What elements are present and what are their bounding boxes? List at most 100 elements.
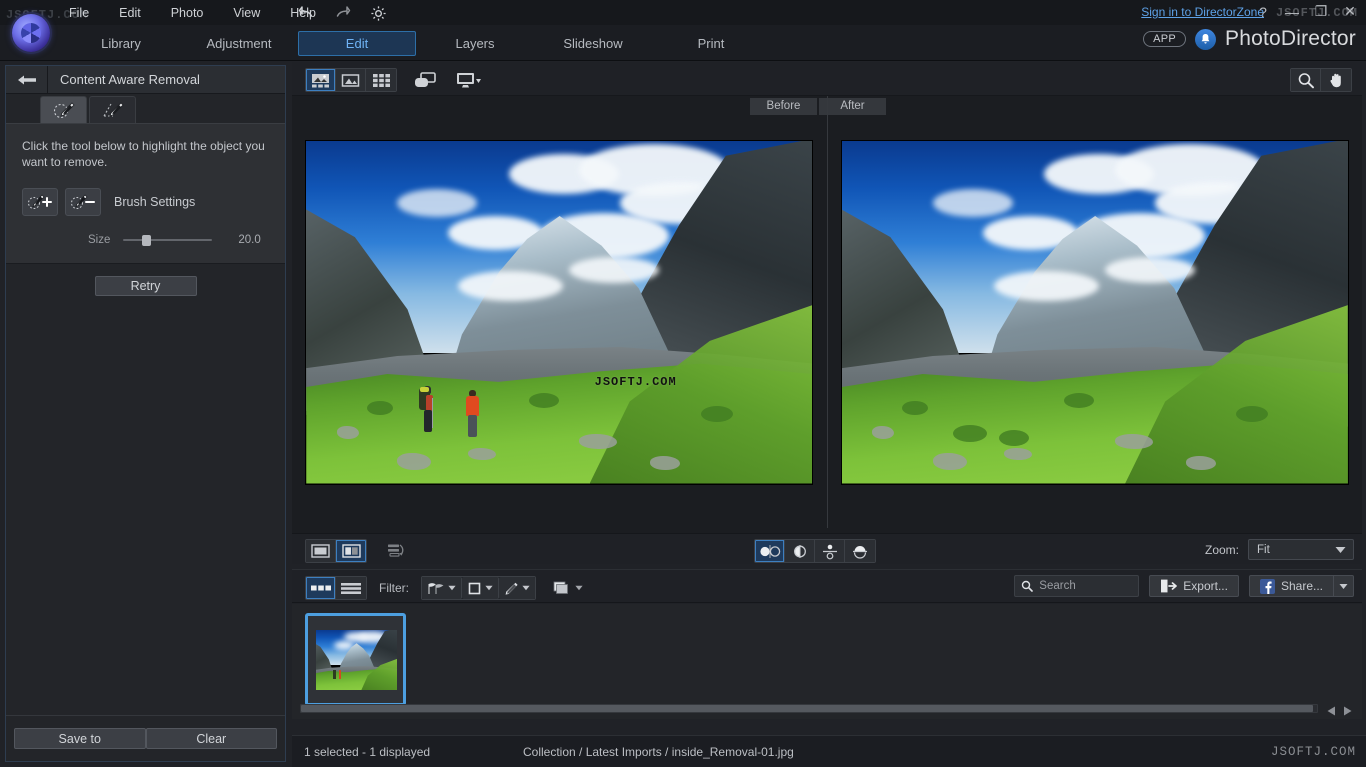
- menu-edit[interactable]: Edit: [114, 3, 146, 23]
- view-mode-photo-filmstrip-icon[interactable]: [306, 69, 336, 91]
- redo-icon[interactable]: [331, 2, 353, 24]
- tab-layers[interactable]: Layers: [416, 31, 534, 56]
- two-pane-icon[interactable]: [336, 540, 366, 562]
- stacked-photos-icon: [553, 581, 572, 596]
- undo-icon[interactable]: [295, 2, 317, 24]
- view-mode-photo-icon[interactable]: [336, 69, 366, 91]
- view-mode-grid-icon[interactable]: [366, 69, 396, 91]
- rock: [1115, 434, 1153, 449]
- filter-bar-left: Filter:: [305, 576, 588, 600]
- app-badge[interactable]: APP: [1143, 31, 1186, 47]
- viewer-toolbar: [292, 62, 1362, 96]
- settings-gear-icon[interactable]: [367, 2, 389, 24]
- filmstrip-scrollbar[interactable]: [300, 704, 1318, 713]
- brush-size-row: Size 20.0: [22, 233, 269, 247]
- rock: [1004, 448, 1032, 460]
- panel-title: Content Aware Removal: [48, 72, 200, 87]
- brush-plus-icon[interactable]: [22, 188, 58, 216]
- chevron-down-icon: [575, 585, 583, 591]
- vertical-split-icon[interactable]: [815, 540, 845, 562]
- flag-filter-dropdown[interactable]: [422, 577, 462, 599]
- menu-file[interactable]: File: [64, 3, 94, 23]
- rock: [579, 434, 617, 449]
- single-pane-icon[interactable]: [306, 540, 336, 562]
- clear-button[interactable]: Clear: [146, 728, 278, 749]
- share-split-button: Share...: [1249, 575, 1354, 597]
- tab-library[interactable]: Library: [62, 31, 180, 56]
- brush-size-slider[interactable]: [123, 233, 212, 247]
- tab-edit[interactable]: Edit: [298, 31, 416, 56]
- scroll-right-arrow-icon[interactable]: [1343, 706, 1352, 716]
- edit-filter-dropdown[interactable]: [499, 577, 535, 599]
- share-dropdown-caret[interactable]: [1334, 575, 1354, 597]
- tab-slideshow[interactable]: Slideshow: [534, 31, 652, 56]
- photodirector-window: JSOFTJ.COM File Edit Photo View Help: [0, 0, 1366, 767]
- compare-buttons: [754, 539, 876, 563]
- rating-filter-dropdown[interactable]: [462, 577, 499, 599]
- before-image[interactable]: JSOFTJ.COM: [305, 140, 813, 485]
- export-icon: [1160, 579, 1177, 593]
- rock: [468, 448, 496, 460]
- two-circles-icon[interactable]: [755, 540, 785, 562]
- filmstrip-thumbnail-1[interactable]: [305, 613, 406, 706]
- overlap-rectangles-icon[interactable]: [409, 69, 441, 91]
- zoom-level-dropdown[interactable]: Fit: [1248, 539, 1354, 560]
- minimize-button[interactable]: —: [1284, 4, 1300, 20]
- zoom-bar-left: [305, 539, 413, 563]
- export-button[interactable]: Export...: [1149, 575, 1239, 597]
- sign-in-link[interactable]: Sign in to DirectorZone: [1141, 5, 1264, 19]
- export-label: Export...: [1183, 579, 1228, 593]
- chevron-down-icon: [485, 585, 493, 591]
- help-button[interactable]: ?: [1255, 4, 1271, 20]
- viewer-toolbar-left: [305, 68, 485, 92]
- after-pane[interactable]: [828, 96, 1363, 528]
- rock: [933, 453, 967, 470]
- magnifier-icon[interactable]: [1291, 69, 1321, 91]
- horizontal-split-icon[interactable]: [845, 540, 875, 562]
- scroll-left-arrow-icon[interactable]: [1327, 706, 1336, 716]
- brush-minus-icon[interactable]: [65, 188, 101, 216]
- monitor-dropdown-icon[interactable]: [453, 69, 485, 91]
- brush-settings-label: Brush Settings: [114, 195, 195, 209]
- search-box[interactable]: [1014, 575, 1139, 597]
- before-pane[interactable]: JSOFTJ.COM: [292, 96, 828, 528]
- breadcrumb: Collection / Latest Imports / inside_Rem…: [523, 745, 794, 759]
- menu-photo[interactable]: Photo: [166, 3, 209, 23]
- cloud: [933, 189, 1013, 217]
- small-thumbs-icon[interactable]: [306, 577, 336, 599]
- split-circle-icon[interactable]: [785, 540, 815, 562]
- menu-view[interactable]: View: [228, 3, 265, 23]
- close-button[interactable]: ✕: [1342, 3, 1358, 20]
- content-aware-clone-tab[interactable]: [89, 96, 136, 123]
- save-to-button[interactable]: Save to: [14, 728, 146, 749]
- bush: [701, 406, 733, 422]
- tab-adjustment[interactable]: Adjustment: [180, 31, 298, 56]
- cloud: [397, 189, 477, 217]
- after-image[interactable]: [841, 140, 1349, 485]
- rock: [872, 426, 894, 439]
- notification-bell-icon[interactable]: [1195, 29, 1216, 50]
- left-tool-panel: Content Aware Removal Click the: [5, 65, 286, 762]
- viewer-tools-group: [1290, 68, 1352, 92]
- retry-button[interactable]: Retry: [95, 276, 197, 296]
- history-undo-icon[interactable]: [381, 540, 413, 562]
- scrollbar-thumb[interactable]: [301, 705, 1313, 712]
- stack-dropdown[interactable]: [548, 577, 588, 599]
- restore-button[interactable]: ❐: [1313, 3, 1329, 20]
- thumbnail-image: [316, 630, 397, 690]
- list-rows-icon[interactable]: [336, 577, 366, 599]
- content-aware-removal-tab[interactable]: [40, 96, 87, 123]
- bush: [529, 393, 559, 408]
- filmstrip-view-toggle: [305, 576, 367, 600]
- hand-icon[interactable]: [1321, 69, 1351, 91]
- panel-footer: Save to Clear: [6, 715, 285, 761]
- tab-print[interactable]: Print: [652, 31, 770, 56]
- slider-thumb[interactable]: [142, 235, 151, 246]
- chevron-down-icon: [1335, 546, 1346, 554]
- brush-row: Brush Settings: [22, 188, 269, 216]
- viewer-toolbar-right: [1290, 68, 1352, 92]
- image-watermark: JSOFTJ.COM: [595, 375, 677, 389]
- flags-icon: [427, 582, 445, 595]
- back-arrow-icon[interactable]: [6, 66, 48, 93]
- share-button[interactable]: Share...: [1249, 575, 1334, 597]
